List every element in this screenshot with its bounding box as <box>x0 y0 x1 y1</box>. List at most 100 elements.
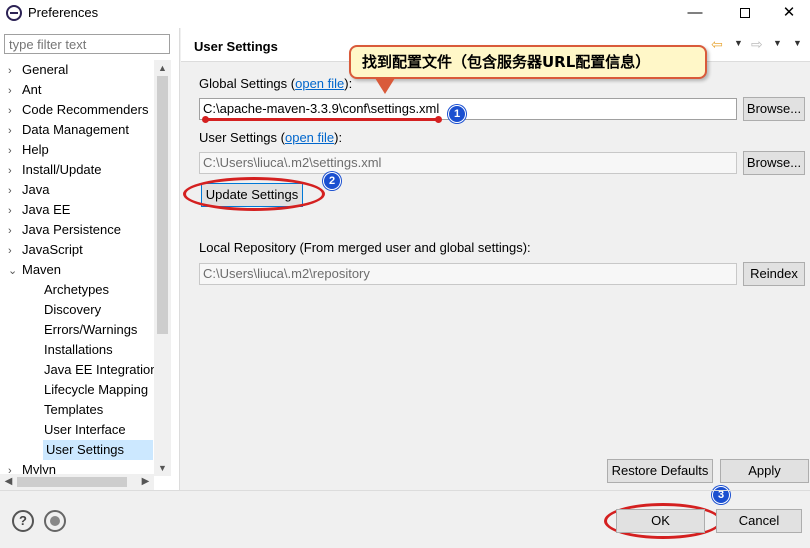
tree-item-label: Java <box>22 182 50 197</box>
chevron-right-icon[interactable]: › <box>8 221 22 241</box>
title-bar: Preferences — ✕ <box>0 0 810 28</box>
callout-tail <box>375 78 395 94</box>
tree-item-label: Templates <box>44 402 104 417</box>
tree-item-label: JavaScript <box>22 242 83 257</box>
tree-item[interactable]: › Help <box>8 140 49 160</box>
scroll-up-icon[interactable]: ▲ <box>154 60 171 76</box>
back-arrow-icon[interactable]: ⇦ <box>711 36 723 53</box>
tree-item-label: General <box>22 62 69 77</box>
tree-item[interactable]: Archetypes <box>44 280 109 300</box>
tree-item[interactable]: ⌄ Maven <box>8 260 61 280</box>
global-settings-label: Global Settings (open file): <box>199 76 352 91</box>
tree-item-label: Code Recommenders <box>22 102 149 117</box>
tree-item[interactable]: Templates <box>44 400 103 420</box>
tree-item[interactable]: Installations <box>44 340 113 360</box>
chevron-right-icon[interactable]: › <box>8 101 22 121</box>
tree-item[interactable]: › Java EE <box>8 200 70 220</box>
tree-item[interactable]: › Ant <box>8 80 42 100</box>
global-settings-text: Global Settings ( <box>199 76 296 91</box>
tree-item[interactable]: › Data Management <box>8 120 129 140</box>
chevron-right-icon[interactable]: › <box>8 201 22 221</box>
help-icon[interactable]: ? <box>12 510 34 532</box>
tree-item[interactable]: Errors/Warnings <box>44 320 137 340</box>
tree-item[interactable]: Lifecycle Mapping <box>44 380 148 400</box>
tree-item[interactable]: › Install/Update <box>8 160 102 180</box>
tree-item[interactable]: › General <box>8 60 68 80</box>
footer-separator <box>0 490 810 491</box>
global-open-file-link[interactable]: open file <box>295 76 344 91</box>
tree-item-label: Help <box>22 142 49 157</box>
chevron-right-icon[interactable]: › <box>8 181 22 201</box>
tree-item-label: Lifecycle Mapping <box>44 382 149 397</box>
forward-dropdown-icon[interactable]: ▼ <box>773 38 782 48</box>
eclipse-icon <box>6 5 22 21</box>
scroll-thumb[interactable] <box>157 76 168 334</box>
annotation-ellipse-update <box>183 177 325 211</box>
tree-item[interactable]: User Settings <box>43 440 153 460</box>
local-repository-label: Local Repository (From merged user and g… <box>199 240 531 255</box>
tree-item-label: Java EE <box>22 202 71 217</box>
maximize-icon <box>740 8 750 18</box>
tree-item-label: Installations <box>44 342 113 357</box>
tree-item-label: Archetypes <box>44 282 110 297</box>
chevron-right-icon[interactable]: › <box>8 161 22 181</box>
global-settings-suffix: ): <box>344 76 353 91</box>
user-settings-suffix: ): <box>334 130 343 145</box>
reindex-button[interactable]: Reindex <box>743 262 805 286</box>
tree-item-label: Install/Update <box>22 162 102 177</box>
browse-user-button[interactable]: Browse... <box>743 151 805 175</box>
tree-item-label: User Interface <box>44 422 126 437</box>
hscroll-thumb[interactable] <box>17 477 127 487</box>
tree-item[interactable]: Java EE Integration <box>44 360 154 380</box>
tree-horizontal-scrollbar[interactable]: ◀ ▶ <box>0 474 154 490</box>
window-title: Preferences <box>28 5 99 20</box>
local-repository-field: C:\Users\liuca\.m2\repository <box>199 263 737 285</box>
restore-defaults-button[interactable]: Restore Defaults <box>607 459 713 483</box>
view-menu-icon[interactable]: ▼ <box>793 38 802 48</box>
user-open-file-link[interactable]: open file <box>285 130 334 145</box>
scroll-down-icon[interactable]: ▼ <box>154 460 171 476</box>
filter-input[interactable] <box>4 34 170 54</box>
chevron-right-icon[interactable]: › <box>8 241 22 261</box>
tree-item[interactable]: Discovery <box>44 300 101 320</box>
tree-item-label: User Settings <box>46 442 125 457</box>
tree-item-label: Maven <box>22 262 62 277</box>
page-title: User Settings <box>194 39 278 54</box>
maximize-button[interactable] <box>722 0 768 28</box>
tree-item[interactable]: › Code Recommenders <box>8 100 148 120</box>
step-badge-1: 1 <box>448 105 466 123</box>
chevron-right-icon[interactable]: › <box>8 141 22 161</box>
back-dropdown-icon[interactable]: ▼ <box>734 38 743 48</box>
annotation-underline <box>202 116 442 123</box>
ok-button[interactable]: OK <box>616 509 705 533</box>
scroll-left-icon[interactable]: ◀ <box>0 474 17 490</box>
preferences-dialog: Preferences — ✕ ›General›Ant›Code Recomm… <box>0 0 810 548</box>
chevron-right-icon[interactable]: › <box>8 121 22 141</box>
forward-arrow-icon[interactable]: ⇨ <box>751 36 763 53</box>
minimize-button[interactable]: — <box>672 0 718 28</box>
tree-item[interactable]: › JavaScript <box>8 240 83 260</box>
user-settings-field[interactable]: C:\Users\liuca\.m2\settings.xml <box>199 152 737 174</box>
cancel-button[interactable]: Cancel <box>716 509 802 533</box>
global-settings-field[interactable]: C:\apache-maven-3.3.9\conf\settings.xml <box>199 98 737 120</box>
step-badge-3: 3 <box>712 486 730 504</box>
annotation-callout: 找到配置文件（包含服务器URL配置信息） <box>349 45 707 79</box>
tree-vertical-scrollbar[interactable]: ▲ ▼ <box>154 60 171 476</box>
close-button[interactable]: ✕ <box>766 0 810 28</box>
tree-item-label: Errors/Warnings <box>44 322 138 337</box>
tree-item[interactable]: › Java Persistence <box>8 220 121 240</box>
user-settings-text: User Settings ( <box>199 130 285 145</box>
record-macro-icon[interactable] <box>44 510 66 532</box>
chevron-right-icon[interactable]: › <box>8 81 22 101</box>
chevron-right-icon[interactable]: › <box>8 61 22 81</box>
scroll-right-icon[interactable]: ▶ <box>137 474 154 490</box>
tree-item[interactable]: › Java <box>8 180 49 200</box>
tree-item-label: Discovery <box>44 302 102 317</box>
tree-item-label: Java Persistence <box>22 222 121 237</box>
user-settings-page: User Settings ⇦ ▼ ⇨ ▼ ▼ Global Settings … <box>181 28 810 490</box>
tree-item[interactable]: User Interface <box>44 420 126 440</box>
preferences-tree-pane: ›General›Ant›Code Recommenders›Data Mana… <box>0 28 180 490</box>
browse-global-button[interactable]: Browse... <box>743 97 805 121</box>
apply-button[interactable]: Apply <box>720 459 809 483</box>
chevron-down-icon[interactable]: ⌄ <box>8 261 22 281</box>
